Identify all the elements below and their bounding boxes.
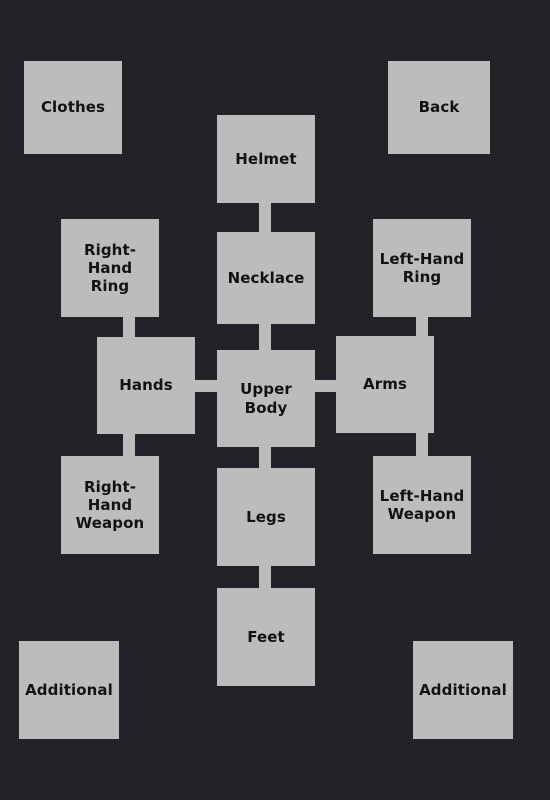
slot-arms[interactable]: Arms bbox=[336, 336, 434, 433]
slot-helmet[interactable]: Helmet bbox=[217, 115, 315, 203]
slot-label-right-hand-ring: Right-Hand Ring bbox=[83, 240, 137, 296]
slot-feet[interactable]: Feet bbox=[217, 588, 315, 686]
connector-upper-body-to-arms bbox=[312, 380, 339, 392]
connector-hands-to-right-hand-weapon bbox=[123, 431, 135, 459]
slot-left-hand-ring[interactable]: Left-Hand Ring bbox=[373, 219, 471, 317]
slot-right-hand-ring[interactable]: Right-Hand Ring bbox=[61, 219, 159, 317]
slot-label-helmet: Helmet bbox=[235, 149, 297, 168]
slot-label-feet: Feet bbox=[247, 627, 285, 646]
slot-label-legs: Legs bbox=[246, 507, 286, 526]
connector-legs-to-feet bbox=[259, 563, 271, 591]
slot-upper-body[interactable]: Upper Body bbox=[217, 350, 315, 447]
connector-upper-body-to-legs bbox=[259, 444, 271, 471]
slot-necklace[interactable]: Necklace bbox=[217, 232, 315, 324]
slot-label-additional-right: Additional bbox=[419, 680, 507, 699]
slot-right-hand-weapon[interactable]: Right-Hand Weapon bbox=[61, 456, 159, 554]
slot-label-arms: Arms bbox=[363, 375, 407, 394]
slot-label-additional-left: Additional bbox=[25, 680, 113, 699]
slot-back[interactable]: Back bbox=[388, 61, 490, 154]
connector-necklace-to-upper-body bbox=[259, 321, 271, 353]
slot-additional-left[interactable]: Additional bbox=[19, 641, 119, 739]
slot-clothes[interactable]: Clothes bbox=[24, 61, 122, 154]
slot-label-clothes: Clothes bbox=[40, 98, 106, 117]
connector-helmet-to-necklace bbox=[259, 200, 271, 235]
connector-arms-to-left-hand-weapon bbox=[416, 431, 428, 459]
slot-label-hands: Hands bbox=[119, 376, 173, 395]
slot-label-back: Back bbox=[418, 98, 460, 117]
slot-legs[interactable]: Legs bbox=[217, 468, 315, 566]
slot-label-necklace: Necklace bbox=[227, 268, 305, 287]
slot-label-left-hand-weapon: Left-Hand Weapon bbox=[379, 486, 465, 523]
slot-additional-right[interactable]: Additional bbox=[413, 641, 513, 739]
slot-label-left-hand-ring: Left-Hand Ring bbox=[379, 249, 465, 286]
connector-hands-to-upper-body bbox=[192, 380, 220, 392]
slot-left-hand-weapon[interactable]: Left-Hand Weapon bbox=[373, 456, 471, 554]
slot-label-right-hand-weapon: Right-Hand Weapon bbox=[75, 477, 145, 533]
equipment-slots-panel: Clothes Back Helmet Right-Hand Ring Necklace… bbox=[0, 0, 550, 800]
slot-hands[interactable]: Hands bbox=[97, 337, 195, 434]
slot-label-upper-body: Upper Body bbox=[240, 380, 292, 417]
